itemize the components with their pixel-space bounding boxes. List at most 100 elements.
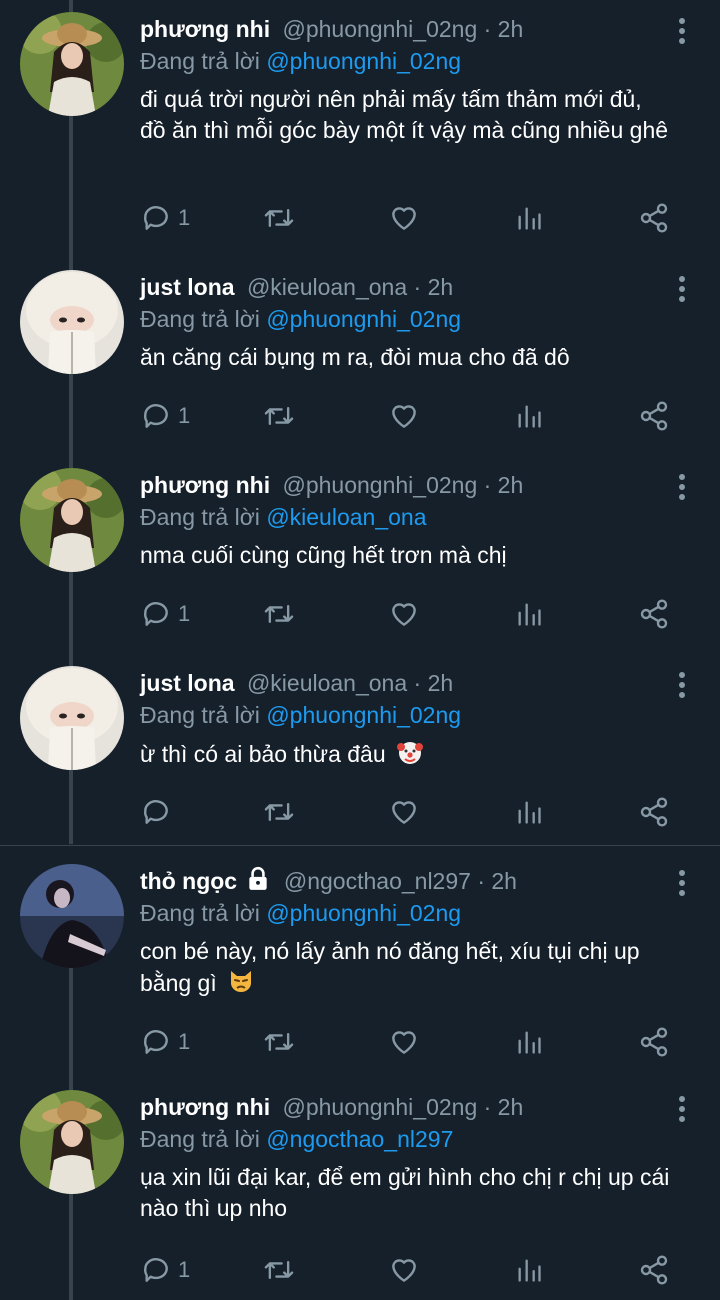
tweet[interactable]: phương nhi @phuongnhi_02ng · 2h Đang trả… — [0, 0, 720, 258]
avatar[interactable] — [20, 12, 124, 116]
like-button[interactable] — [388, 1250, 420, 1290]
reply-count: 1 — [178, 1029, 191, 1054]
more-icon[interactable] — [678, 474, 686, 500]
reply-button[interactable]: 1 — [140, 1022, 190, 1062]
more-icon[interactable] — [678, 870, 686, 896]
reply-button[interactable]: 1 — [140, 594, 190, 634]
more-icon[interactable] — [678, 276, 686, 302]
display-name[interactable]: phương nhi — [140, 472, 270, 498]
display-name[interactable]: phương nhi — [140, 16, 270, 42]
reply-icon — [143, 1258, 168, 1282]
tweet-text: ụa xin lũi đại kar, để em gửi hình cho c… — [140, 1164, 670, 1221]
tweet[interactable]: just lona @kieuloan_ona · 2h Đang trả lờ… — [0, 258, 720, 456]
reply-prefix: Đang trả lời — [140, 900, 260, 926]
more-icon[interactable] — [678, 672, 686, 698]
retweet-icon — [264, 1032, 294, 1052]
reply-mention[interactable]: @phuongnhi_02ng — [266, 48, 461, 74]
retweet-icon — [264, 406, 294, 426]
tweet[interactable]: phương nhi @phuongnhi_02ng · 2h Đang trả… — [0, 456, 720, 654]
heart-icon — [392, 801, 416, 824]
heart-icon — [392, 405, 416, 428]
display-name[interactable]: thỏ ngọc — [140, 868, 237, 894]
reply-button[interactable] — [140, 792, 178, 832]
reply-icon — [143, 602, 168, 626]
share-button[interactable] — [638, 396, 670, 436]
stats-button[interactable] — [515, 396, 543, 436]
handle[interactable]: @phuongnhi_02ng — [282, 1094, 477, 1120]
display-name[interactable]: just lona — [140, 670, 235, 696]
share-icon — [640, 797, 668, 827]
more-icon[interactable] — [678, 1096, 686, 1122]
reply-prefix: Đang trả lời — [140, 306, 260, 332]
share-button[interactable] — [638, 792, 670, 832]
share-button[interactable] — [638, 594, 670, 634]
reply-button[interactable]: 1 — [140, 1250, 190, 1290]
tweet-text: ăn căng cái bụng m ra, đòi mua cho đã dô — [140, 344, 570, 370]
tweet-text: ừ thì có ai bảo thừa đâu — [140, 741, 386, 767]
display-name[interactable]: phương nhi — [140, 1094, 270, 1120]
handle[interactable]: @ngocthao_nl297 — [284, 868, 471, 894]
avatar[interactable] — [20, 864, 124, 968]
stats-button[interactable] — [515, 1022, 543, 1062]
stats-button[interactable] — [515, 792, 543, 832]
handle[interactable]: @kieuloan_ona — [247, 274, 407, 300]
handle[interactable]: @phuongnhi_02ng — [282, 472, 477, 498]
share-button[interactable] — [638, 198, 670, 238]
retweet-button[interactable] — [262, 1250, 296, 1290]
tweet[interactable]: just lona @kieuloan_ona · 2h Đang trả lờ… — [0, 654, 720, 844]
retweet-button[interactable] — [262, 396, 296, 436]
retweet-button[interactable] — [262, 594, 296, 634]
retweet-icon — [264, 1260, 294, 1280]
bar-chart-icon — [518, 801, 541, 824]
reply-mention[interactable]: @kieuloan_ona — [266, 504, 426, 530]
reply-count: 1 — [178, 1257, 191, 1282]
reply-button[interactable]: 1 — [140, 198, 190, 238]
avatar[interactable] — [20, 666, 124, 770]
retweet-icon — [264, 208, 294, 228]
timestamp: · 2h — [477, 868, 517, 894]
more-icon[interactable] — [678, 18, 686, 44]
reply-count: 1 — [178, 601, 191, 626]
clown-face-icon — [397, 742, 424, 764]
like-button[interactable] — [388, 792, 420, 832]
share-button[interactable] — [638, 1250, 670, 1290]
stats-button[interactable] — [515, 198, 543, 238]
retweet-button[interactable] — [262, 1022, 296, 1062]
like-button[interactable] — [388, 396, 420, 436]
stats-button[interactable] — [515, 594, 543, 634]
reply-prefix: Đang trả lời — [140, 702, 260, 728]
reply-mention[interactable]: @phuongnhi_02ng — [266, 306, 461, 332]
handle[interactable]: @phuongnhi_02ng — [282, 16, 477, 42]
retweet-button[interactable] — [262, 792, 296, 832]
retweet-button[interactable] — [262, 198, 296, 238]
reply-mention[interactable]: @ngocthao_nl297 — [266, 1126, 453, 1152]
lock-icon — [249, 866, 268, 890]
like-button[interactable] — [388, 1022, 420, 1062]
timestamp: · 2h — [483, 16, 524, 42]
retweet-icon — [264, 802, 294, 822]
share-icon — [640, 203, 668, 233]
avatar[interactable] — [20, 1090, 124, 1194]
tweet-text: nma cuối cùng cũng hết trơn mà chị — [140, 542, 507, 568]
tweet[interactable]: phương nhi @phuongnhi_02ng · 2h Đang trả… — [0, 1078, 720, 1300]
reply-mention[interactable]: @phuongnhi_02ng — [266, 702, 461, 728]
heart-icon — [392, 1259, 416, 1282]
display-name[interactable]: just lona — [140, 274, 235, 300]
bar-chart-icon — [518, 1259, 541, 1282]
tweet[interactable]: thỏ ngọc @ngocthao_nl297 · 2h Đang trả l… — [0, 852, 720, 1080]
bar-chart-icon — [518, 1031, 541, 1054]
stats-button[interactable] — [515, 1250, 543, 1290]
like-button[interactable] — [388, 594, 420, 634]
retweet-icon — [264, 604, 294, 624]
share-button[interactable] — [638, 1022, 670, 1062]
reply-count: 1 — [178, 205, 191, 230]
tweet-text: con bé này, nó lấy ảnh nó đăng hết, xíu … — [140, 938, 640, 996]
avatar[interactable] — [20, 270, 124, 374]
reply-icon — [143, 800, 168, 824]
bar-chart-icon — [518, 207, 541, 230]
reply-mention[interactable]: @phuongnhi_02ng — [266, 900, 461, 926]
reply-button[interactable]: 1 — [140, 396, 190, 436]
handle[interactable]: @kieuloan_ona — [247, 670, 407, 696]
avatar[interactable] — [20, 468, 124, 572]
like-button[interactable] — [388, 198, 420, 238]
